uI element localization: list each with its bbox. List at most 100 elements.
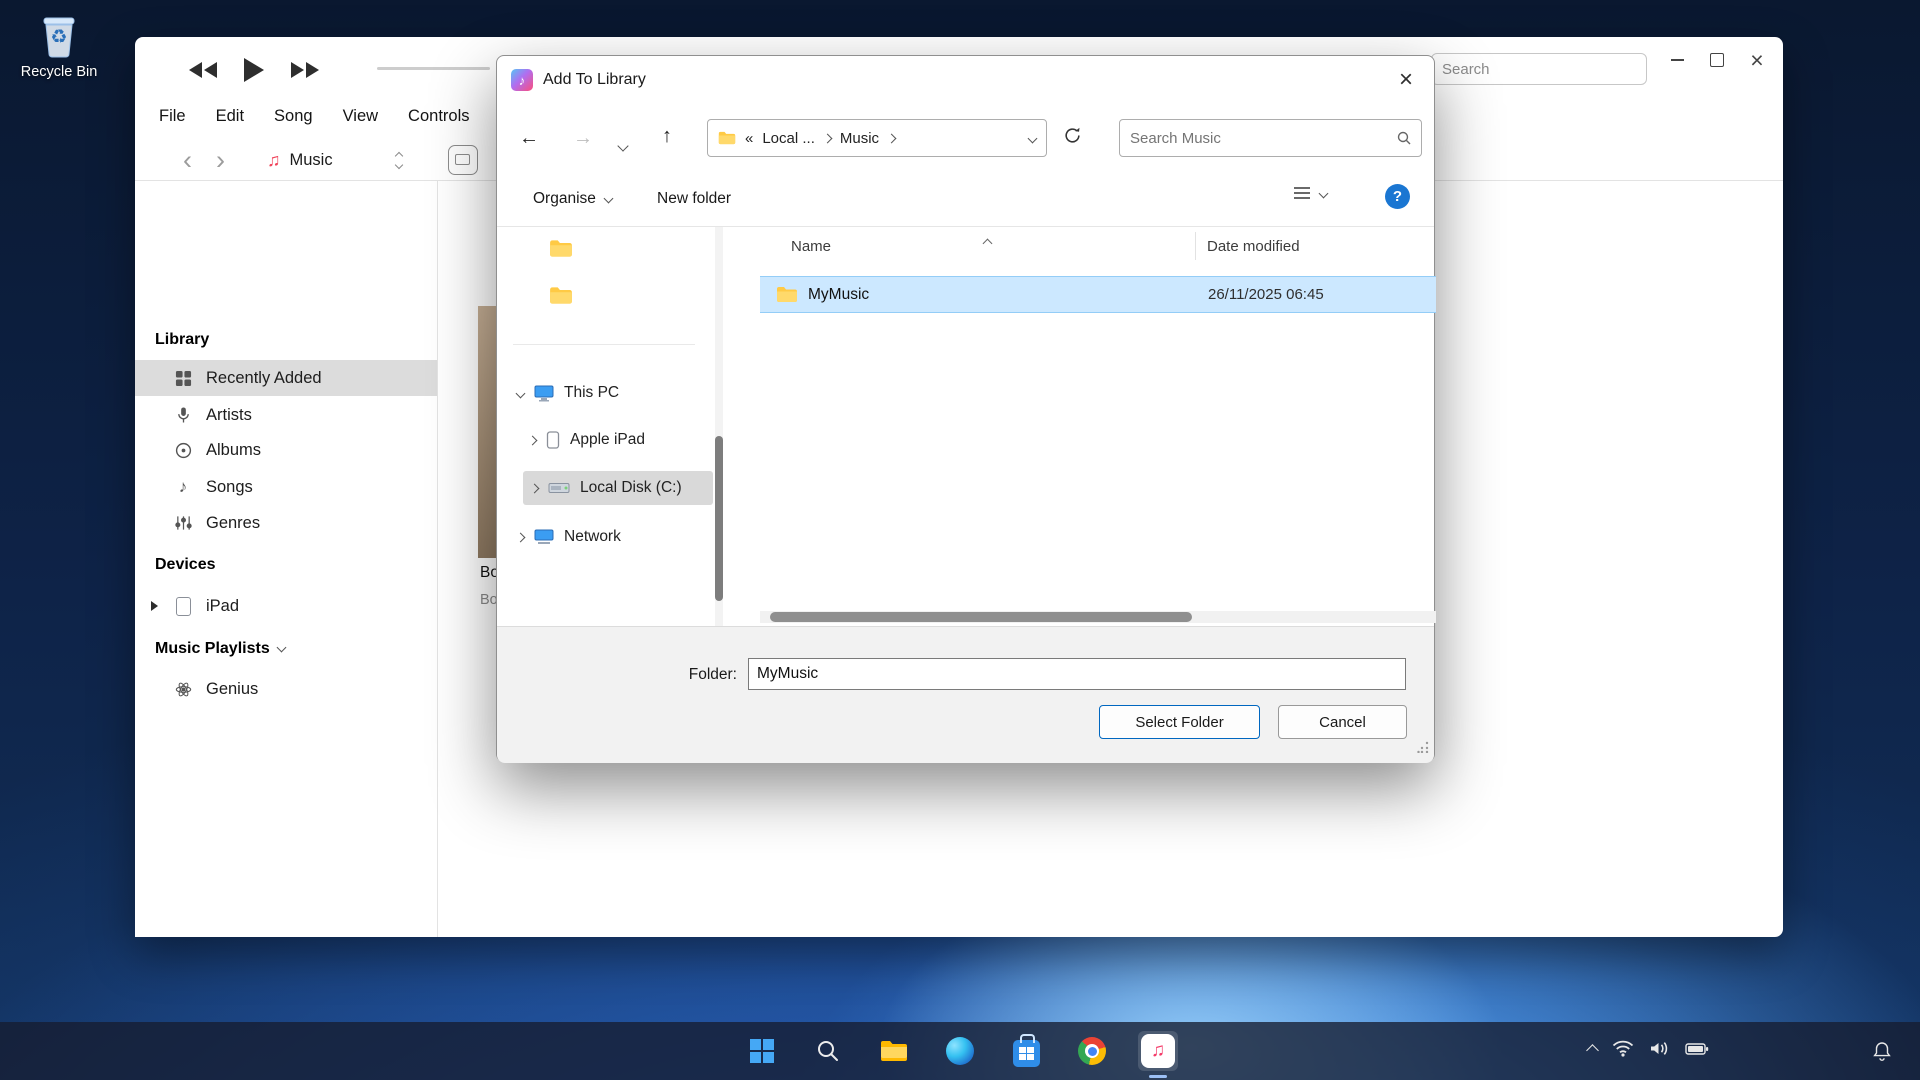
expander-icon[interactable] <box>516 388 526 398</box>
menu-view[interactable]: View <box>343 107 378 126</box>
breadcrumb-bar[interactable]: « Local ... Music <box>707 119 1047 157</box>
folder-icon <box>718 131 736 145</box>
column-separator[interactable] <box>1195 232 1196 260</box>
dialog-search-box <box>1119 119 1422 157</box>
list-horizontal-scrollbar[interactable] <box>760 611 1436 623</box>
app-nav-row: ‹ › ♫ Music <box>171 141 478 179</box>
dialog-title-bar[interactable]: ♪ Add To Library × <box>497 56 1434 104</box>
folder-name-input[interactable] <box>748 658 1406 690</box>
chevron-right-icon[interactable] <box>887 133 897 143</box>
tray-overflow-button[interactable] <box>1588 1042 1597 1060</box>
resize-grip[interactable] <box>1417 740 1429 758</box>
album-icon <box>173 442 193 459</box>
sidebar-item-genres[interactable]: Genres <box>135 505 437 541</box>
chevron-down-icon[interactable] <box>276 643 286 653</box>
chrome-button[interactable] <box>1072 1031 1112 1071</box>
new-folder-button[interactable]: New folder <box>657 184 731 214</box>
tree-local-disk[interactable]: Local Disk (C:) <box>523 471 713 505</box>
volume-slider[interactable] <box>377 67 490 70</box>
play-button[interactable] <box>241 56 267 84</box>
music-app-button[interactable]: ♫ <box>1138 1031 1178 1071</box>
help-button[interactable]: ? <box>1385 184 1410 209</box>
file-list: Name Date modified MyMusic 26/11/2025 06… <box>760 227 1436 626</box>
miniplayer-icon[interactable] <box>448 145 478 175</box>
menu-edit[interactable]: Edit <box>216 107 244 126</box>
recycle-bin[interactable]: ♻ Recycle Bin <box>18 10 100 80</box>
file-name: MyMusic <box>808 286 869 304</box>
breadcrumb-collapse[interactable]: « <box>745 130 753 147</box>
back-button[interactable]: ← <box>519 128 539 148</box>
dialog-search-input[interactable] <box>1120 120 1397 156</box>
chevron-right-icon[interactable] <box>822 133 832 143</box>
view-options-button[interactable] <box>1293 186 1327 200</box>
cancel-button[interactable]: Cancel <box>1278 705 1407 739</box>
scrollbar-thumb[interactable] <box>770 612 1192 622</box>
column-name[interactable]: Name <box>791 238 831 255</box>
wifi-icon[interactable] <box>1612 1040 1634 1062</box>
expander-icon[interactable] <box>516 532 526 542</box>
up-button[interactable]: ↑ <box>662 126 672 146</box>
breadcrumb-dropdown-icon[interactable] <box>1029 135 1036 142</box>
start-button[interactable] <box>742 1031 782 1071</box>
music-app-icon: ♪ <box>511 69 533 91</box>
playlists-header: Music Playlists <box>155 640 285 658</box>
expander-icon[interactable] <box>530 483 540 493</box>
breadcrumb-current[interactable]: Music <box>840 130 879 147</box>
battery-icon[interactable] <box>1685 1042 1709 1061</box>
library-selector[interactable]: ♫ Music <box>267 150 402 171</box>
recycle-bin-icon: ♻ <box>36 10 82 60</box>
menu-controls[interactable]: Controls <box>408 107 469 126</box>
sidebar-item-artists[interactable]: Artists <box>135 397 437 433</box>
forward-button[interactable]: → <box>573 128 593 148</box>
tree-apple-ipad[interactable]: Apple iPad <box>529 423 645 457</box>
music-app-icon: ♫ <box>1141 1034 1175 1068</box>
forward-button[interactable] <box>289 60 321 80</box>
selector-stepper-icon <box>396 153 402 168</box>
edge-button[interactable] <box>940 1031 980 1071</box>
folder-icon <box>776 286 798 303</box>
dialog-close-button[interactable]: × <box>1390 65 1422 95</box>
sidebar-item-recently-added[interactable]: Recently Added <box>135 360 437 396</box>
notifications-button[interactable] <box>1860 1031 1904 1071</box>
rewind-button[interactable] <box>187 60 219 80</box>
volume-icon[interactable] <box>1649 1040 1670 1062</box>
sidebar-item-ipad[interactable]: iPad <box>135 588 437 624</box>
minimize-button[interactable] <box>1661 45 1693 75</box>
playlists-header-label: Music Playlists <box>155 640 270 658</box>
tree-folder-item[interactable] <box>549 278 573 312</box>
sort-ascending-icon <box>984 234 991 252</box>
menu-song[interactable]: Song <box>274 107 313 126</box>
close-button[interactable]: × <box>1741 45 1773 75</box>
tree-scrollbar[interactable] <box>715 227 723 626</box>
maximize-button[interactable] <box>1701 45 1733 75</box>
sidebar-item-albums[interactable]: Albums <box>135 432 437 468</box>
tree-separator <box>513 344 695 345</box>
menu-file[interactable]: File <box>159 107 186 126</box>
network-icon <box>534 529 554 545</box>
atom-icon <box>173 681 193 698</box>
file-explorer-button[interactable] <box>874 1031 914 1071</box>
breadcrumb-root[interactable]: Local ... <box>762 130 815 147</box>
nav-forward-button[interactable]: › <box>204 147 237 174</box>
file-row-mymusic[interactable]: MyMusic 26/11/2025 06:45 <box>760 276 1436 313</box>
taskbar-search-button[interactable] <box>808 1031 848 1071</box>
tree-this-pc[interactable]: This PC <box>517 376 619 410</box>
library-header: Library <box>155 331 209 349</box>
tree-folder-item[interactable] <box>549 231 573 265</box>
select-folder-button[interactable]: Select Folder <box>1099 705 1260 739</box>
tree-network[interactable]: Network <box>517 520 621 554</box>
expander-icon[interactable] <box>151 601 158 611</box>
scrollbar-thumb[interactable] <box>715 436 723 601</box>
nav-back-button[interactable]: ‹ <box>171 147 204 174</box>
sidebar-item-songs[interactable]: ♪ Songs <box>135 469 437 505</box>
recent-locations-button[interactable] <box>619 134 627 154</box>
expander-icon[interactable] <box>528 435 538 445</box>
album-art[interactable] <box>478 306 497 558</box>
organise-menu[interactable]: Organise <box>533 184 612 214</box>
store-button[interactable] <box>1006 1031 1046 1071</box>
organise-label: Organise <box>533 190 596 208</box>
refresh-button[interactable] <box>1063 126 1082 149</box>
column-date-modified[interactable]: Date modified <box>1207 238 1300 255</box>
sidebar-item-genius[interactable]: Genius <box>135 671 437 707</box>
app-search-input[interactable] <box>1431 53 1647 85</box>
